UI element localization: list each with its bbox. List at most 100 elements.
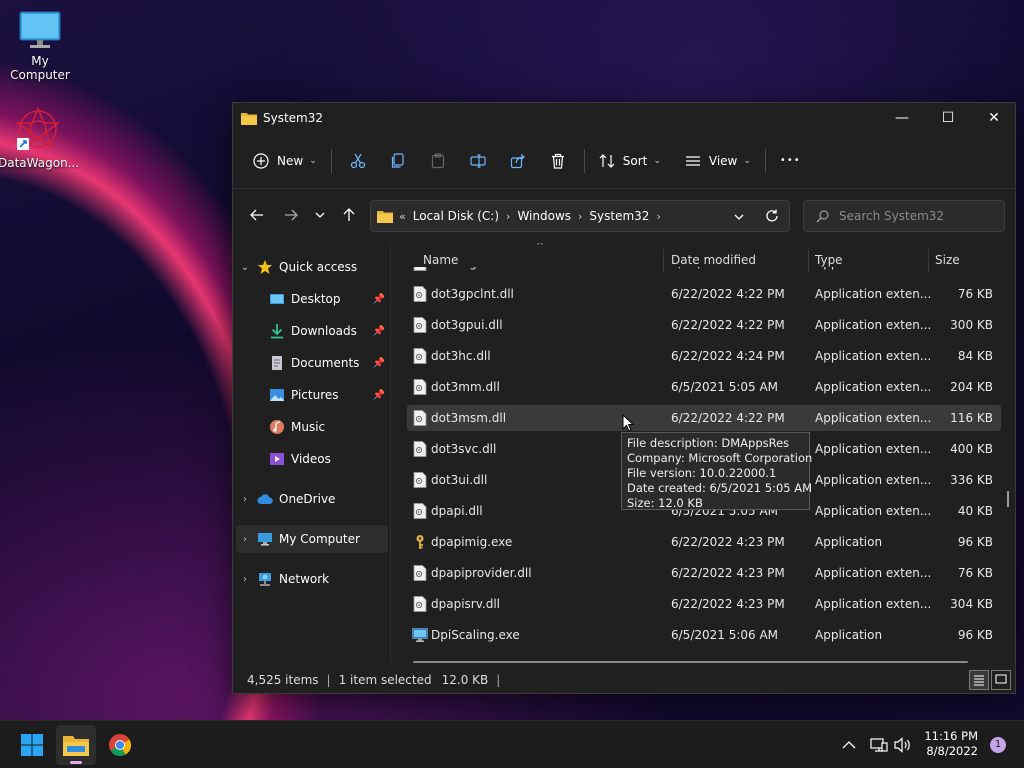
new-button[interactable]: New ⌄	[245, 145, 325, 177]
details-view-button[interactable]	[969, 670, 989, 690]
show-hidden-icons-button[interactable]	[842, 721, 856, 768]
network-tray-button[interactable]	[870, 721, 888, 768]
copy-button[interactable]	[378, 145, 418, 177]
taskbar-file-explorer[interactable]	[56, 725, 96, 765]
file-row[interactable]: dot3dlg.dll 6/22/2022 4:22 PM Application …	[407, 267, 1001, 276]
file-row[interactable]: dot3gpclnt.dll 6/22/2022 4:22 PM Applicati…	[407, 281, 1001, 307]
chevron-right-icon[interactable]: ›	[237, 534, 253, 545]
chevron-right-icon[interactable]: ›	[237, 574, 253, 585]
volume-tray-button[interactable]	[894, 721, 912, 768]
selection-count: 1 item selected	[338, 673, 432, 687]
title-bar[interactable]: System32 — ☐ ✕	[233, 103, 1015, 133]
file-row[interactable]: dpapimig.exe 6/22/2022 4:23 PM Application…	[407, 529, 1001, 555]
nav-pictures[interactable]: Pictures 📌	[233, 381, 389, 409]
chevron-right-icon[interactable]: ›	[656, 210, 660, 223]
forward-button[interactable]	[275, 199, 307, 231]
pin-icon: 📌	[372, 293, 385, 305]
file-size: 84 KB	[957, 349, 993, 363]
rename-icon	[470, 153, 486, 168]
start-button[interactable]	[12, 725, 52, 765]
refresh-icon[interactable]	[765, 209, 779, 223]
maximize-button[interactable]: ☐	[925, 103, 971, 133]
address-row: « Local Disk (C:) › Windows › System32 ›	[233, 189, 1015, 241]
share-button[interactable]	[498, 145, 538, 177]
file-row[interactable]: dot3mm.dll 6/5/2021 5:05 AM Application ex…	[407, 374, 1001, 400]
chevron-right-icon[interactable]: ›	[578, 210, 582, 223]
nav-label: Network	[279, 572, 330, 586]
clock[interactable]: 11:16 PM 8/8/2022	[924, 729, 978, 759]
see-more-button[interactable]: •••	[772, 145, 809, 177]
vertical-scrollbar[interactable]	[1007, 491, 1009, 507]
view-button[interactable]: View ⌄	[677, 145, 759, 177]
clock-date: 8/8/2022	[926, 744, 978, 758]
thumbnail-view-button[interactable]	[991, 670, 1011, 690]
search-input[interactable]	[839, 209, 989, 223]
chevron-down-icon[interactable]: ⌄	[237, 262, 253, 273]
file-row[interactable]: dot3hc.dll 6/22/2022 4:24 PM Application e…	[407, 343, 1001, 369]
chevron-right-icon[interactable]: ›	[506, 210, 510, 223]
rename-button[interactable]	[458, 145, 498, 177]
nav-downloads[interactable]: Downloads 📌	[233, 317, 389, 345]
desktop-icon-my-computer[interactable]: My Computer	[0, 10, 80, 82]
overflow-crumbs-icon[interactable]: «	[399, 210, 406, 223]
sort-icon	[599, 153, 615, 168]
notification-badge[interactable]: 1	[990, 737, 1006, 753]
paste-button[interactable]	[418, 145, 458, 177]
nav-videos[interactable]: Videos	[233, 445, 389, 473]
file-row[interactable]: DpiScaling.exe 6/5/2021 5:06 AM Applicatio…	[407, 622, 1001, 648]
nav-onedrive[interactable]: › OneDrive	[233, 485, 389, 513]
cut-button[interactable]	[338, 145, 378, 177]
nav-desktop[interactable]: Desktop 📌	[233, 285, 389, 313]
column-name[interactable]: Name	[423, 253, 458, 267]
nav-label: Music	[291, 420, 326, 434]
breadcrumb-system32[interactable]: System32	[589, 209, 649, 223]
file-type: Application exten...	[815, 318, 932, 332]
taskbar-chrome[interactable]	[100, 725, 140, 765]
nav-label: OneDrive	[279, 492, 336, 506]
recent-locations-button[interactable]	[307, 199, 333, 231]
dll-file-icon	[413, 472, 427, 488]
nav-my-computer[interactable]: › My Computer	[236, 525, 388, 553]
desktop-icon-datawagon[interactable]: DataWagon...	[0, 106, 79, 170]
dll-file-icon	[413, 379, 427, 395]
column-type[interactable]: Type	[815, 253, 843, 267]
tooltip-date-created: Date created: 6/5/2021 5:05 AM	[627, 481, 813, 495]
navigation-pane: ⌄ Quick access Desktop 📌 Downloads 📌 Doc…	[233, 243, 391, 663]
breadcrumb-local-disk[interactable]: Local Disk (C:)	[413, 209, 499, 223]
desktop-icon	[270, 294, 284, 304]
minimize-button[interactable]: —	[879, 103, 925, 133]
file-row[interactable]: dpapisrv.dll 6/22/2022 4:23 PM Application…	[407, 591, 1001, 617]
column-date-modified[interactable]: Date modified	[671, 253, 756, 267]
address-history-chevron-icon[interactable]	[734, 212, 744, 222]
window-title: System32	[263, 111, 324, 125]
nav-network[interactable]: › Network	[233, 565, 389, 593]
nav-documents[interactable]: Documents 📌	[233, 349, 389, 377]
file-row[interactable]: dot3msm.dll 6/22/2022 4:22 PM Application …	[407, 405, 1001, 431]
network-icon	[259, 573, 271, 586]
search-box[interactable]	[803, 200, 1005, 232]
file-name: DpiScaling.exe	[431, 628, 520, 642]
file-size: 336 KB	[950, 473, 993, 487]
close-button[interactable]: ✕	[971, 103, 1017, 133]
nav-music[interactable]: Music	[233, 413, 389, 441]
status-bar: 4,525 items | 1 item selected 12.0 KB |	[233, 667, 1015, 693]
toolbar-divider	[330, 148, 332, 173]
dll-file-icon	[413, 596, 427, 612]
column-size[interactable]: Size	[935, 253, 960, 267]
dll-file-icon	[413, 348, 427, 364]
nav-quick-access[interactable]: ⌄ Quick access	[233, 253, 389, 281]
back-button[interactable]	[241, 199, 273, 231]
chevron-right-icon[interactable]: ›	[237, 494, 253, 505]
details-view-icon	[974, 675, 984, 686]
file-row[interactable]: dot3gpui.dll 6/22/2022 4:22 PM Application…	[407, 312, 1001, 338]
maximize-icon: ☐	[941, 110, 955, 126]
address-bar[interactable]: « Local Disk (C:) › Windows › System32 ›	[370, 200, 790, 232]
file-size: 204 KB	[950, 380, 993, 394]
tooltip-company: Company: Microsoft Corporation	[627, 451, 813, 465]
delete-button[interactable]	[538, 145, 578, 177]
horizontal-scrollbar[interactable]	[413, 661, 968, 663]
file-row[interactable]: dpapiprovider.dll 6/22/2022 4:23 PM Applic…	[407, 560, 1001, 586]
up-button[interactable]	[333, 199, 365, 231]
breadcrumb-windows[interactable]: Windows	[517, 209, 571, 223]
sort-button[interactable]: Sort ⌄	[591, 145, 669, 177]
